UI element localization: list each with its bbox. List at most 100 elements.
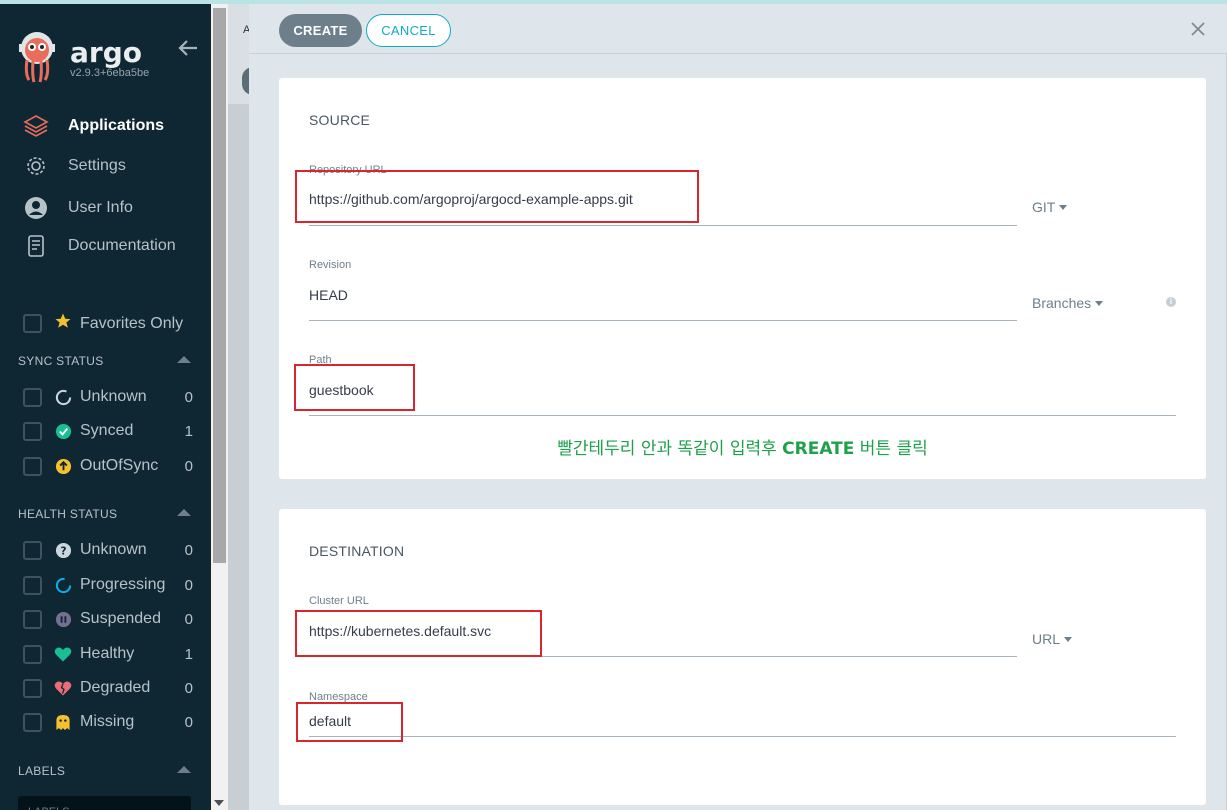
panel-header: CREATE CANCEL: [249, 4, 1227, 54]
top-accent-line: [0, 0, 1227, 4]
favorites-checkbox[interactable]: [23, 314, 42, 333]
nav-label: Documentation: [68, 237, 176, 254]
arrow-up-circle-icon: [54, 457, 72, 475]
sidebar-scrollbar-thumb[interactable]: [213, 8, 226, 563]
field-underline: [309, 320, 1017, 321]
nav-user-info[interactable]: User Info: [22, 194, 133, 222]
filter-count: 0: [184, 457, 193, 475]
pause-circle-icon: [54, 610, 72, 628]
labels-title: LABELS: [18, 764, 66, 778]
filter-health-suspended[interactable]: Suspended 0: [23, 608, 193, 630]
scroll-down-arrow-icon[interactable]: [214, 800, 224, 806]
revision-field[interactable]: Revision HEAD: [309, 259, 1017, 323]
filter-count: 1: [184, 422, 193, 440]
collapse-caret-icon[interactable]: [177, 509, 191, 516]
source-title: SOURCE: [309, 112, 371, 128]
sync-status-title: SYNC STATUS: [18, 354, 104, 368]
nav-label: Applications: [68, 117, 165, 134]
filter-sync-unknown[interactable]: Unknown 0: [23, 386, 193, 408]
nav-applications[interactable]: Applications: [22, 112, 164, 140]
field-underline: [309, 225, 1017, 226]
nav-label: User Info: [68, 199, 133, 216]
nav-documentation[interactable]: Documentation: [22, 232, 176, 260]
book-icon: [22, 232, 50, 260]
revision-value[interactable]: HEAD: [309, 287, 348, 303]
field-underline: [309, 736, 1176, 737]
filter-health-healthy[interactable]: Healthy 1: [23, 643, 193, 665]
highlight-repo-url: [295, 170, 699, 223]
sidebar: argo v2.9.3+6eba5be Applications Setting…: [0, 4, 211, 810]
filter-checkbox[interactable]: [23, 456, 42, 476]
health-status-title: HEALTH STATUS: [18, 507, 118, 521]
annotation-text-before: 빨간테두리 안과 똑같이 입력후: [557, 439, 783, 459]
filter-checkbox[interactable]: [23, 540, 42, 560]
filter-count: 0: [184, 541, 193, 559]
star-icon: [54, 312, 72, 335]
instruction-annotation: 빨간테두리 안과 똑같이 입력후 CREATE 버튼 클릭: [279, 434, 1206, 459]
close-icon[interactable]: [1189, 20, 1207, 38]
filter-sync-synced[interactable]: Synced 1: [23, 420, 193, 442]
stack-icon: [22, 112, 50, 140]
highlight-path: [294, 364, 415, 411]
filter-checkbox[interactable]: [23, 712, 42, 732]
filter-health-missing[interactable]: Missing 0: [23, 711, 193, 733]
filter-label: Degraded: [80, 679, 151, 696]
circle-notch-icon: [54, 388, 72, 406]
filter-checkbox[interactable]: [23, 421, 42, 441]
background-toolbar: A: [228, 4, 264, 104]
cancel-button[interactable]: CANCEL: [366, 14, 451, 47]
filter-count: 1: [184, 645, 193, 663]
caret-down-icon: [1095, 300, 1104, 306]
background-page: A: [228, 4, 264, 810]
user-icon: [22, 194, 50, 222]
brand-name: argo: [70, 36, 142, 69]
filter-health-progressing[interactable]: Progressing 0: [23, 574, 193, 596]
version-label: v2.9.3+6eba5be: [70, 67, 150, 79]
filter-count: 0: [184, 576, 193, 594]
filter-checkbox[interactable]: [23, 678, 42, 698]
filter-label: Progressing: [80, 576, 166, 593]
collapse-caret-icon[interactable]: [177, 356, 191, 363]
collapse-arrow-icon[interactable]: [177, 38, 199, 58]
filter-sync-outofsync[interactable]: OutOfSync 0: [23, 455, 193, 477]
cluster-type-value: URL: [1032, 631, 1061, 647]
favorites-filter[interactable]: Favorites Only: [23, 312, 183, 335]
ghost-icon: [54, 713, 72, 731]
destination-title: DESTINATION: [309, 543, 405, 559]
filter-checkbox[interactable]: [23, 387, 42, 407]
highlight-namespace: [296, 702, 403, 742]
annotation-text-bold: CREATE: [782, 439, 855, 459]
revision-type-value: Branches: [1032, 295, 1092, 311]
nav-settings[interactable]: Settings: [22, 152, 126, 180]
path-field[interactable]: Path guestbook: [309, 354, 1176, 418]
source-card: SOURCE Repository URL https://github.com…: [279, 78, 1206, 479]
cluster-type-dropdown[interactable]: URL: [1032, 631, 1073, 647]
info-icon[interactable]: i: [1166, 297, 1176, 307]
filter-label: Suspended: [80, 610, 161, 627]
cluster-url-label: Cluster URL: [309, 595, 369, 607]
svg-text:?: ?: [60, 545, 66, 557]
collapse-caret-icon[interactable]: [177, 766, 191, 773]
filter-label: OutOfSync: [80, 457, 159, 474]
create-button[interactable]: CREATE: [279, 14, 362, 47]
filter-checkbox[interactable]: [23, 575, 42, 595]
filter-count: 0: [184, 610, 193, 628]
filter-health-unknown[interactable]: ? Unknown 0: [23, 539, 193, 561]
filter-count: 0: [184, 679, 193, 697]
filter-health-degraded[interactable]: Degraded 0: [23, 677, 193, 699]
labels-input[interactable]: LABELS: [18, 796, 191, 810]
filter-label: Unknown: [80, 541, 147, 558]
filter-label: Unknown: [80, 388, 147, 405]
filter-checkbox[interactable]: [23, 609, 42, 629]
repo-type-dropdown[interactable]: GIT: [1032, 199, 1068, 215]
filter-checkbox[interactable]: [23, 644, 42, 664]
field-underline: [309, 415, 1176, 416]
namespace-field[interactable]: Namespace default: [309, 691, 1176, 755]
check-circle-icon: [54, 422, 72, 440]
revision-type-dropdown[interactable]: Branches: [1032, 295, 1104, 311]
filter-count: 0: [184, 713, 193, 731]
argo-logo-icon: [16, 30, 58, 84]
favorites-label: Favorites Only: [80, 314, 184, 332]
highlight-cluster-url: [295, 610, 542, 657]
caret-down-icon: [1059, 204, 1068, 210]
